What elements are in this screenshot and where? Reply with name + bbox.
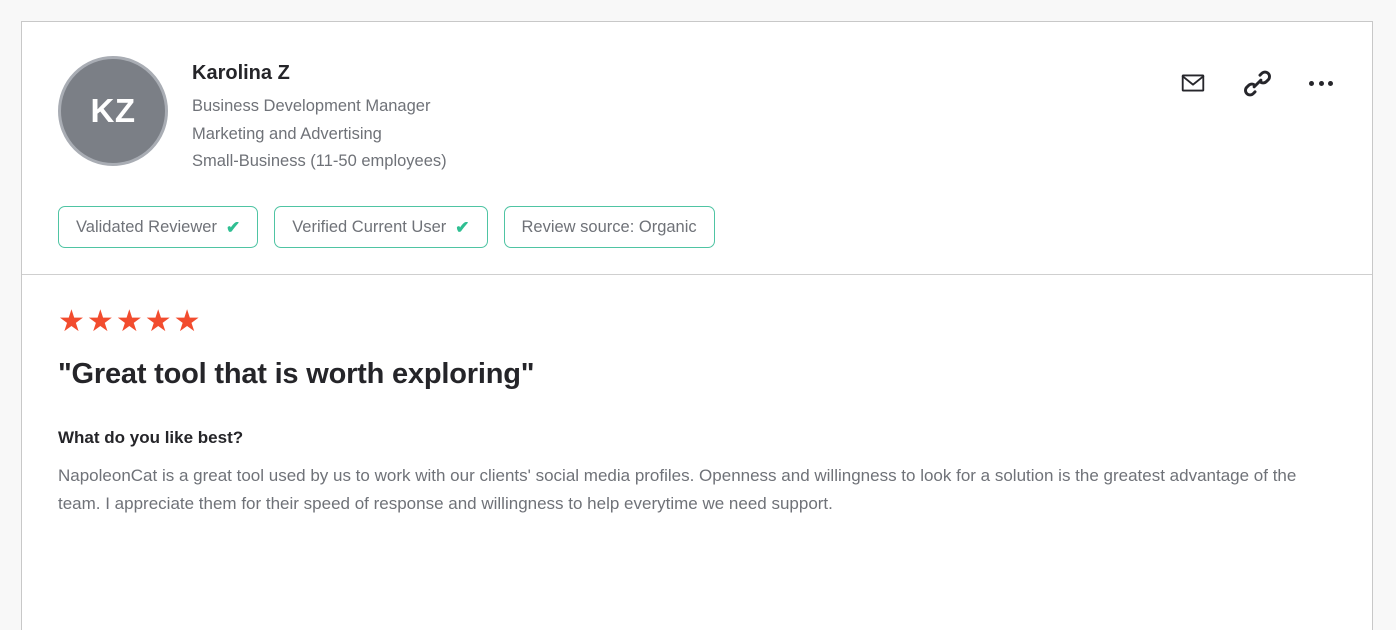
badge-verified-current-user[interactable]: Verified Current User ✔: [274, 206, 488, 249]
review-card-body: ★ ★ ★ ★ ★ "Great tool that is worth expl…: [22, 275, 1372, 557]
star-rating: ★ ★ ★ ★ ★: [58, 307, 1336, 337]
review-question: What do you like best?: [58, 428, 244, 448]
more-options-button[interactable]: [1308, 70, 1334, 96]
review-answer: NapoleonCat is a great tool used by us t…: [58, 466, 1297, 513]
link-icon: [1243, 70, 1271, 97]
star-icon: ★: [115, 305, 143, 339]
reviewer-name: Karolina Z: [192, 62, 290, 84]
email-icon: [1180, 70, 1206, 96]
check-icon: ✔: [225, 217, 241, 237]
review-card-header: KZ Karolina Z Business Development Manag…: [22, 22, 1372, 276]
review-title: "Great tool that is worth exploring": [58, 358, 535, 391]
copy-link-button[interactable]: [1243, 70, 1271, 97]
badge-review-source[interactable]: Review source: Organic: [503, 206, 715, 249]
email-button[interactable]: [1180, 70, 1206, 96]
reviewer-badges: Validated Reviewer ✔ Verified Current Us…: [58, 206, 1336, 249]
review-card: KZ Karolina Z Business Development Manag…: [21, 21, 1373, 630]
check-icon: ✔: [455, 217, 470, 237]
reviewer-industry: Marketing and Advertising: [192, 124, 382, 143]
star-icon: ★: [58, 305, 85, 339]
reviewer-company-size: Small-Business (11-50 employees): [192, 152, 447, 171]
more-options-icon: [1309, 80, 1333, 86]
star-icon: ★: [173, 305, 201, 339]
badge-label: Review source: Organic: [521, 218, 697, 237]
page-root: KZ Karolina Z Business Development Manag…: [0, 0, 1396, 630]
badge-validated-reviewer[interactable]: Validated Reviewer ✔: [58, 206, 259, 249]
avatar-initials: KZ: [90, 92, 136, 129]
reviewer-job-title: Business Development Manager: [192, 97, 431, 115]
badge-label: Validated Reviewer: [76, 218, 217, 237]
header-actions: [1180, 70, 1334, 96]
badge-label: Verified Current User: [292, 218, 447, 237]
reviewer-row: KZ Karolina Z Business Development Manag…: [58, 56, 1336, 176]
reviewer-details: Karolina Z Business Development Manager …: [192, 56, 447, 176]
review-section: What do you like best? NapoleonCat is a …: [58, 428, 1336, 517]
star-icon: ★: [86, 305, 114, 339]
avatar: KZ: [58, 56, 168, 166]
star-icon: ★: [144, 305, 172, 339]
